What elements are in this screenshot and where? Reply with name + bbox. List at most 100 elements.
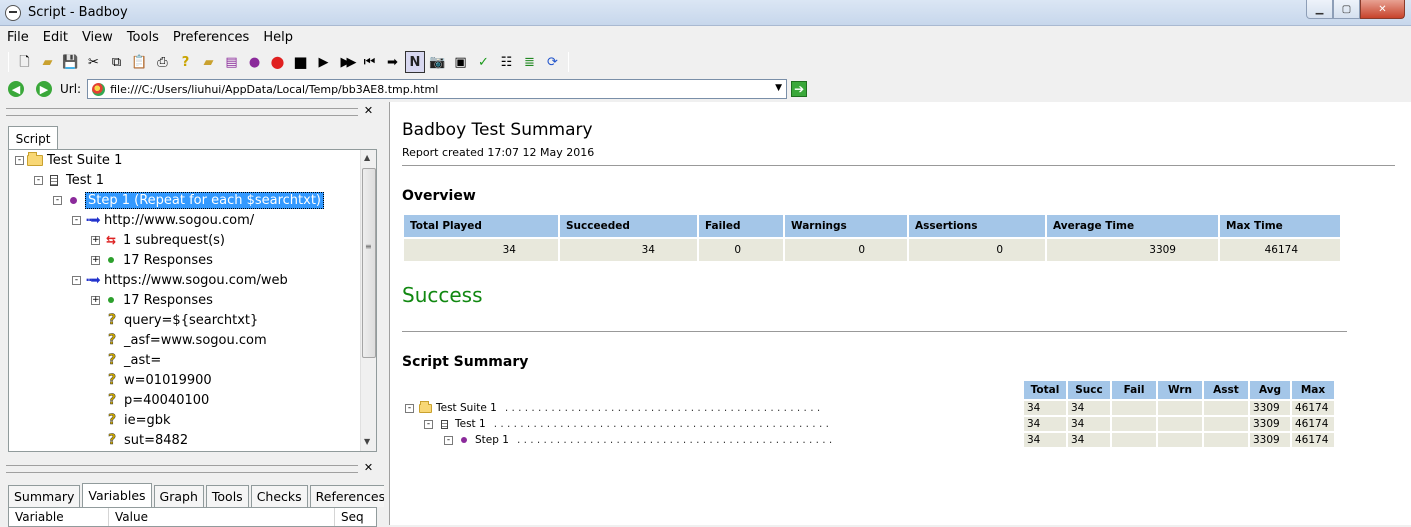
- ss-header-asst: Asst: [1204, 381, 1248, 399]
- ss-tree-node[interactable]: - Test 1.................................…: [424, 416, 831, 432]
- cut-icon[interactable]: ✂: [82, 51, 105, 73]
- record-icon[interactable]: ●: [266, 51, 289, 73]
- report-title: Badboy Test Summary: [402, 120, 593, 140]
- collapse-icon[interactable]: -: [34, 175, 43, 185]
- tree-node[interactable]: ? _ast=: [91, 350, 162, 370]
- tree-scrollbar[interactable]: ▲ ≡ ▼: [360, 150, 376, 451]
- collapse-icon[interactable]: -: [15, 155, 24, 165]
- navigation-mode-icon[interactable]: N: [405, 51, 425, 73]
- print-icon[interactable]: ⎙: [151, 51, 174, 73]
- tab-variables[interactable]: Variables: [82, 483, 152, 507]
- tree-node[interactable]: - Test 1: [34, 170, 104, 190]
- paste-icon[interactable]: 📋: [128, 51, 151, 73]
- scroll-up-icon[interactable]: ▲: [364, 153, 370, 162]
- expand-icon[interactable]: +: [91, 295, 100, 305]
- collapse-icon[interactable]: -: [72, 275, 81, 285]
- new-step-icon[interactable]: ▤: [220, 51, 243, 73]
- tree-node[interactable]: ? p=40040100: [91, 390, 210, 410]
- close-icon[interactable]: ✕: [362, 105, 375, 118]
- go-arrow-icon[interactable]: ➔: [791, 81, 808, 97]
- play-request-icon[interactable]: ➡: [381, 51, 404, 73]
- collapse-icon[interactable]: -: [444, 435, 453, 445]
- scroll-down-icon[interactable]: ▼: [364, 437, 370, 446]
- collapse-icon[interactable]: -: [53, 195, 62, 205]
- column-variable[interactable]: Variable: [9, 508, 109, 526]
- tab-graph[interactable]: Graph: [153, 485, 204, 507]
- pane-grip-bottom[interactable]: [6, 465, 358, 473]
- param-icon: ?: [107, 312, 117, 328]
- tree-node[interactable]: +17 Responses: [91, 250, 213, 270]
- request-icon: ··➡: [85, 213, 100, 227]
- toolbar-separator: [568, 52, 569, 72]
- value-succeeded: 34: [560, 239, 697, 261]
- close-icon[interactable]: ✕: [362, 462, 375, 475]
- new-folder-icon[interactable]: ▰: [197, 51, 220, 73]
- maximize-button[interactable]: ▢: [1333, 0, 1360, 19]
- ss-cell: 34: [1024, 433, 1066, 447]
- tree-node-label: Test 1: [66, 172, 105, 188]
- tab-tools[interactable]: Tools: [205, 485, 249, 507]
- menu-help[interactable]: Help: [256, 30, 300, 45]
- tab-references[interactable]: References: [309, 485, 392, 507]
- tree-node[interactable]: ? _asf=www.sogou.com: [91, 330, 267, 350]
- minimize-button[interactable]: ▁: [1306, 0, 1333, 19]
- back-icon[interactable]: ◀: [8, 81, 24, 97]
- close-button[interactable]: ✕: [1360, 0, 1405, 19]
- tree-node-label: ie=gbk: [124, 412, 171, 428]
- tab-script[interactable]: Script: [8, 126, 58, 150]
- column-value[interactable]: Value: [109, 508, 335, 526]
- rewind-icon[interactable]: ⏮: [358, 51, 381, 73]
- collapse-icon[interactable]: -: [72, 215, 81, 225]
- expand-icon[interactable]: +: [91, 235, 100, 245]
- variables-table-icon[interactable]: ☷: [495, 51, 518, 73]
- play-all-icon[interactable]: ▶▶: [335, 51, 358, 73]
- tree-node[interactable]: ? ie=gbk: [91, 410, 171, 430]
- open-folder-icon[interactable]: ▰: [36, 51, 59, 73]
- tree-node[interactable]: - Test Suite 1: [15, 150, 122, 170]
- forward-icon[interactable]: ▶: [36, 81, 52, 97]
- help-question-icon[interactable]: ?: [174, 51, 197, 73]
- save-icon[interactable]: 💾: [59, 51, 82, 73]
- play-icon[interactable]: ▶: [312, 51, 335, 73]
- menu-tools[interactable]: Tools: [120, 30, 166, 45]
- script-tree[interactable]: ? sut=8482? ie=gbk? p=40040100? w=01019900? _…: [8, 149, 377, 452]
- collapse-icon[interactable]: -: [405, 403, 414, 413]
- tree-node[interactable]: ? w=01019900: [91, 370, 212, 390]
- copy-icon[interactable]: ⧉: [105, 51, 128, 73]
- ss-node-label: Test Suite 1: [436, 402, 497, 414]
- url-input[interactable]: file:///C:/Users/liuhui/AppData/Local/Te…: [87, 79, 788, 99]
- menu-preferences[interactable]: Preferences: [166, 30, 256, 45]
- tree-node[interactable]: ? sut=8482: [91, 430, 188, 450]
- tree-node[interactable]: - ··➡ http://www.sogou.com/: [72, 210, 254, 230]
- tab-summary[interactable]: Summary: [8, 485, 81, 507]
- check-icon[interactable]: ✓: [472, 51, 495, 73]
- ss-tree-node[interactable]: - Test Suite 1...........................…: [405, 400, 823, 416]
- column-seq[interactable]: Seq: [335, 508, 375, 526]
- pane-grip[interactable]: [6, 108, 358, 116]
- expand-icon[interactable]: +: [91, 255, 100, 265]
- tree-node[interactable]: - ··➡ https://www.sogou.com/web: [72, 270, 288, 290]
- screenshot-icon[interactable]: 📷: [426, 51, 449, 73]
- tab-checks[interactable]: Checks: [250, 485, 308, 507]
- new-file-icon[interactable]: 🗋: [13, 51, 36, 73]
- overview-value-row: 34 34 0 0 0 3309 46174: [404, 239, 1340, 261]
- tree-node[interactable]: +17 Responses: [91, 290, 213, 310]
- chevron-down-icon[interactable]: ▼: [775, 83, 782, 93]
- menu-file[interactable]: File: [0, 30, 36, 45]
- tree-node[interactable]: + ⇆ 1 subrequest(s): [91, 230, 225, 250]
- overview-heading: Overview: [402, 188, 476, 204]
- collapse-icon[interactable]: -: [424, 419, 433, 429]
- scroll-thumb[interactable]: [362, 168, 376, 358]
- capture-icon[interactable]: ▣: [449, 51, 472, 73]
- ss-node-label: Step 1: [475, 434, 509, 446]
- value-average-time: 3309: [1047, 239, 1218, 261]
- new-test-icon[interactable]: ●: [243, 51, 266, 73]
- menu-view[interactable]: View: [75, 30, 120, 45]
- summary-icon[interactable]: ≣: [518, 51, 541, 73]
- ss-tree-node[interactable]: - Step 1.................................…: [444, 432, 833, 448]
- tree-node[interactable]: ? query=${searchtxt}: [91, 310, 259, 330]
- tree-node[interactable]: - Step 1 (Repeat for each $searchtxt): [53, 190, 325, 210]
- stop-icon[interactable]: ■: [289, 51, 312, 73]
- refresh-icon[interactable]: ⟳: [541, 51, 564, 73]
- menu-edit[interactable]: Edit: [36, 30, 75, 45]
